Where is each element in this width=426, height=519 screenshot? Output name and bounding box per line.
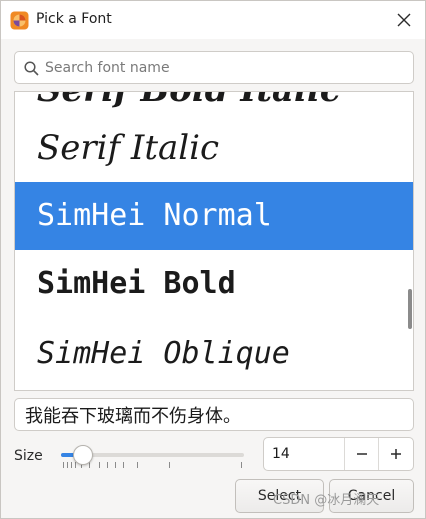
slider-tick <box>115 462 116 468</box>
slider-handle[interactable] <box>72 445 93 465</box>
size-label: Size <box>14 448 43 464</box>
font-list-item-label: Serif Bold Italic <box>37 92 341 110</box>
search-field[interactable] <box>14 51 414 84</box>
preview-text-input[interactable] <box>14 398 414 431</box>
font-list-item-label: SimHei Normal <box>37 198 272 233</box>
font-list-item[interactable]: Serif Italic <box>15 114 413 182</box>
font-list[interactable]: Serif Bold Italic Serif Italic SimHei No… <box>14 91 414 391</box>
search-input[interactable] <box>45 56 405 80</box>
slider-tick <box>63 462 64 468</box>
decrease-size-button[interactable] <box>344 438 379 470</box>
font-app-icon <box>10 11 29 30</box>
slider-tick <box>137 462 138 468</box>
font-list-item[interactable]: SimHei Oblique <box>15 318 413 386</box>
watermark: CSDN @冰月澜天 <box>273 493 380 508</box>
slider-tick <box>241 462 242 468</box>
close-button[interactable] <box>388 5 420 35</box>
slider-tick <box>169 462 170 468</box>
font-chooser-dialog: Pick a Font Serif Bold Italic Serif Ital… <box>0 0 426 519</box>
slider-tick <box>99 462 100 468</box>
size-input[interactable] <box>272 444 342 464</box>
font-list-item-label: SimHei Bold <box>37 266 236 301</box>
slider-tick <box>71 462 72 468</box>
size-slider[interactable] <box>59 441 247 471</box>
window-title: Pick a Font <box>36 11 112 27</box>
close-icon <box>397 13 411 27</box>
slider-tick <box>67 462 68 468</box>
slider-tick <box>123 462 124 468</box>
font-list-item-selected[interactable]: SimHei Normal <box>15 182 413 250</box>
font-list-item[interactable]: SimHei Bold <box>15 250 413 318</box>
search-icon <box>24 61 39 76</box>
increase-size-button[interactable] <box>378 438 413 470</box>
font-list-item-label: SimHei Oblique <box>37 336 290 371</box>
title-bar: Pick a Font <box>1 1 425 39</box>
font-list-item-label: Serif Italic <box>37 128 220 168</box>
list-scrollbar[interactable] <box>408 289 412 329</box>
slider-tick <box>75 462 76 468</box>
plus-icon <box>391 449 401 459</box>
minus-icon <box>357 453 367 455</box>
size-spinbutton[interactable] <box>263 437 414 471</box>
slider-tick <box>107 462 108 468</box>
